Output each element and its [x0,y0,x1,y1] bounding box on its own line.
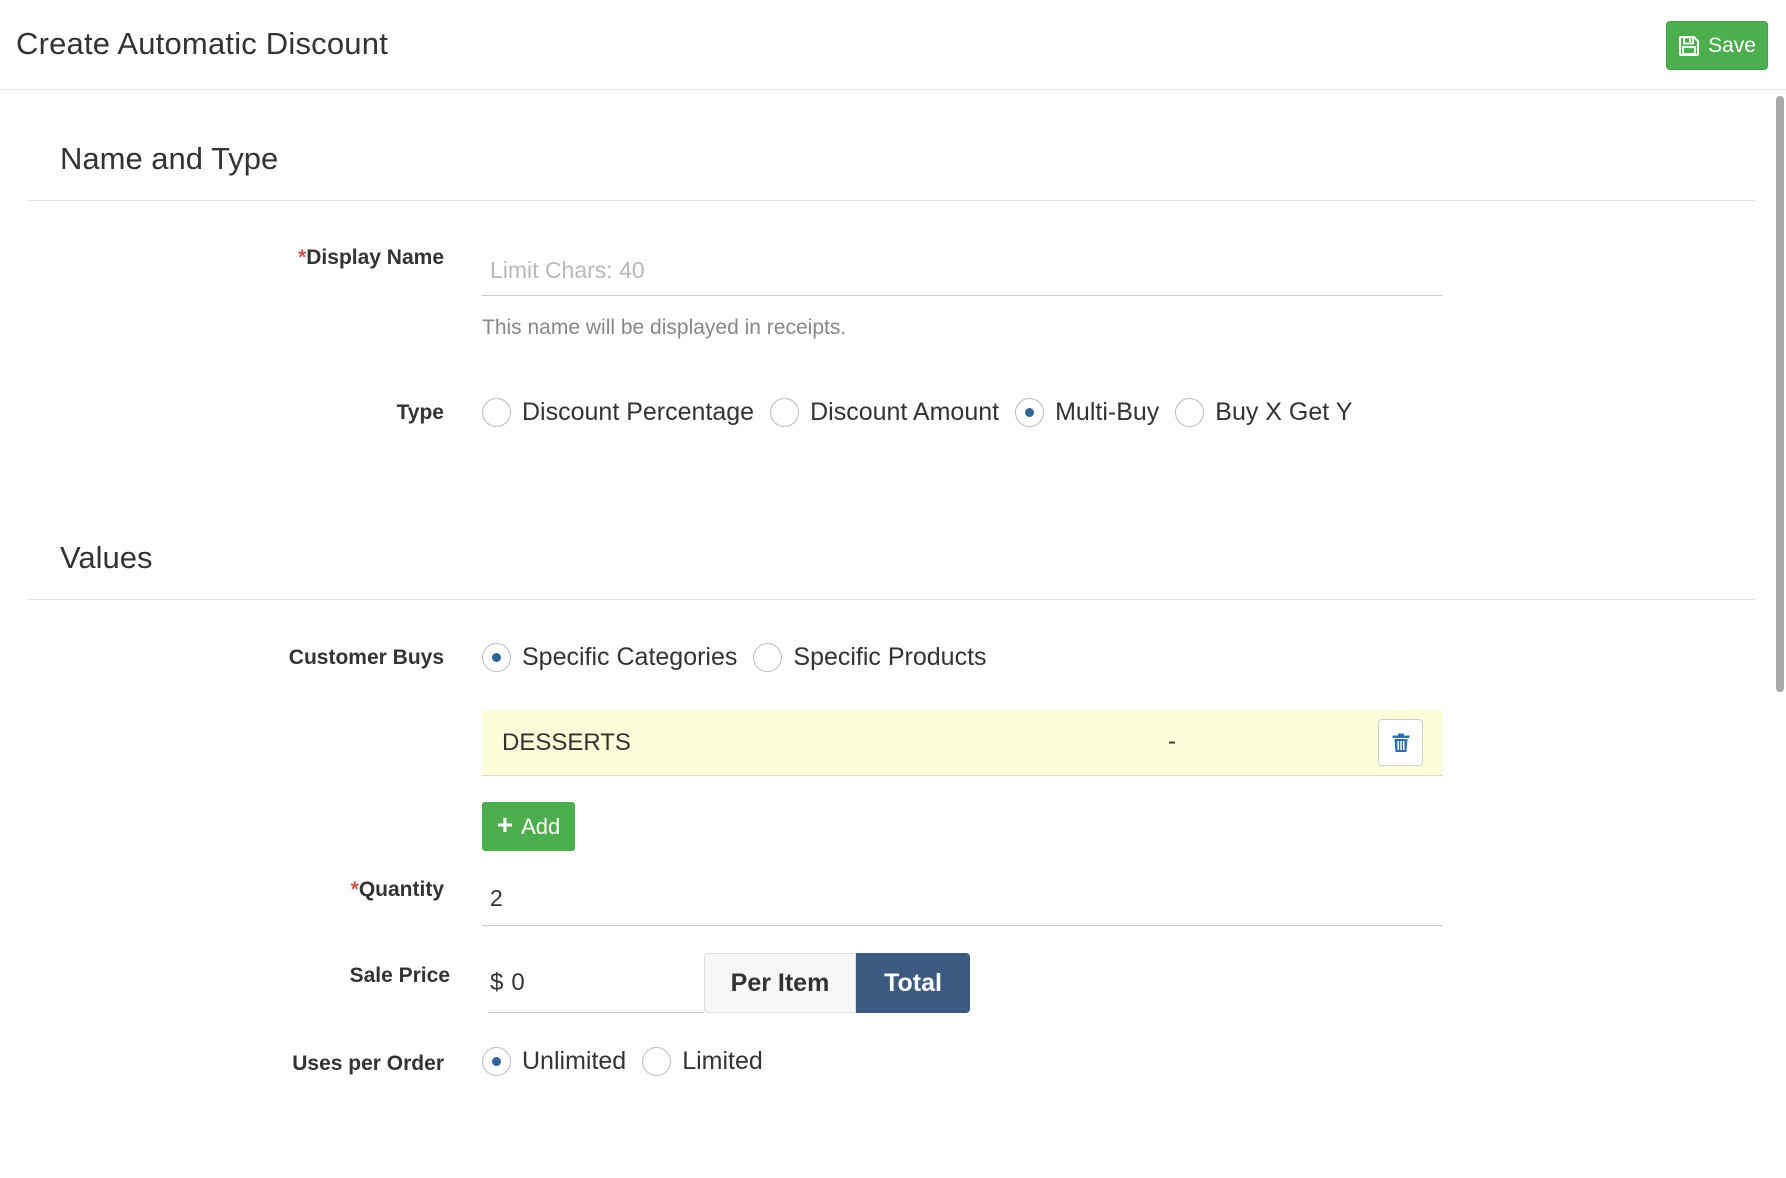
scrollbar-thumb[interactable] [1776,96,1784,692]
radio-button[interactable] [753,643,783,672]
save-icon [1679,35,1700,56]
radio-button-selected[interactable] [482,1047,511,1076]
type-label: Type [396,401,444,424]
required-marker: * [350,878,359,901]
radio-button[interactable] [770,398,800,427]
type-radio-group: Discount Percentage Discount Amount Mult… [482,398,1368,427]
uses-per-order-radio-group: Unlimited Limited [482,1047,779,1076]
radio-button[interactable] [642,1047,672,1076]
sale-price-input[interactable] [511,968,662,997]
radio-button-selected[interactable] [482,643,511,672]
section-title-values: Values [60,540,153,575]
type-option-buy-x-get-y[interactable]: Buy X Get Y [1175,398,1352,427]
category-detail: - [1168,728,1176,755]
quantity-input[interactable] [482,871,1442,926]
category-row: DESSERTS - [482,710,1442,776]
per-item-toggle[interactable]: Per Item [704,953,856,1013]
section-divider [28,599,1755,600]
section-divider [28,200,1755,201]
sale-price-field: $ [488,953,704,1013]
total-toggle[interactable]: Total [856,953,970,1013]
sale-price-label: Sale Price [349,964,450,987]
delete-category-button[interactable] [1378,719,1423,766]
top-bar: Create Automatic Discount Save [0,0,1786,90]
section-title-name-type: Name and Type [60,141,279,176]
sale-price-mode-toggle: Per Item Total [704,953,970,1013]
radio-button[interactable] [482,398,511,427]
display-name-help: This name will be displayed in receipts. [482,316,847,339]
save-button-label: Save [1708,33,1756,57]
customer-buys-label: Customer Buys [288,646,444,669]
uses-per-order-label: Uses per Order [292,1052,444,1075]
type-option-discount-percentage[interactable]: Discount Percentage [482,398,754,427]
page-title: Create Automatic Discount [16,26,389,61]
uses-option-limited[interactable]: Limited [642,1047,763,1076]
plus-icon: + [496,809,514,840]
radio-button-selected[interactable] [1015,398,1045,427]
display-name-input[interactable] [482,246,1442,296]
category-name: DESSERTS [502,729,631,756]
customer-buys-option-categories[interactable]: Specific Categories [482,643,737,672]
trash-icon [1392,733,1409,752]
currency-symbol: $ [490,968,504,996]
radio-button[interactable] [1175,398,1205,427]
type-option-multi-buy[interactable]: Multi-Buy [1015,398,1159,427]
add-category-button[interactable]: + Add [482,802,575,851]
customer-buys-radio-group: Specific Categories Specific Products [482,643,1003,672]
type-option-discount-amount[interactable]: Discount Amount [770,398,999,427]
uses-option-unlimited[interactable]: Unlimited [482,1047,626,1076]
save-button[interactable]: Save [1666,21,1768,70]
add-button-label: Add [521,813,561,839]
customer-buys-option-products[interactable]: Specific Products [753,643,987,672]
display-name-label: *Display Name [298,246,444,269]
quantity-label: *Quantity [350,878,444,901]
